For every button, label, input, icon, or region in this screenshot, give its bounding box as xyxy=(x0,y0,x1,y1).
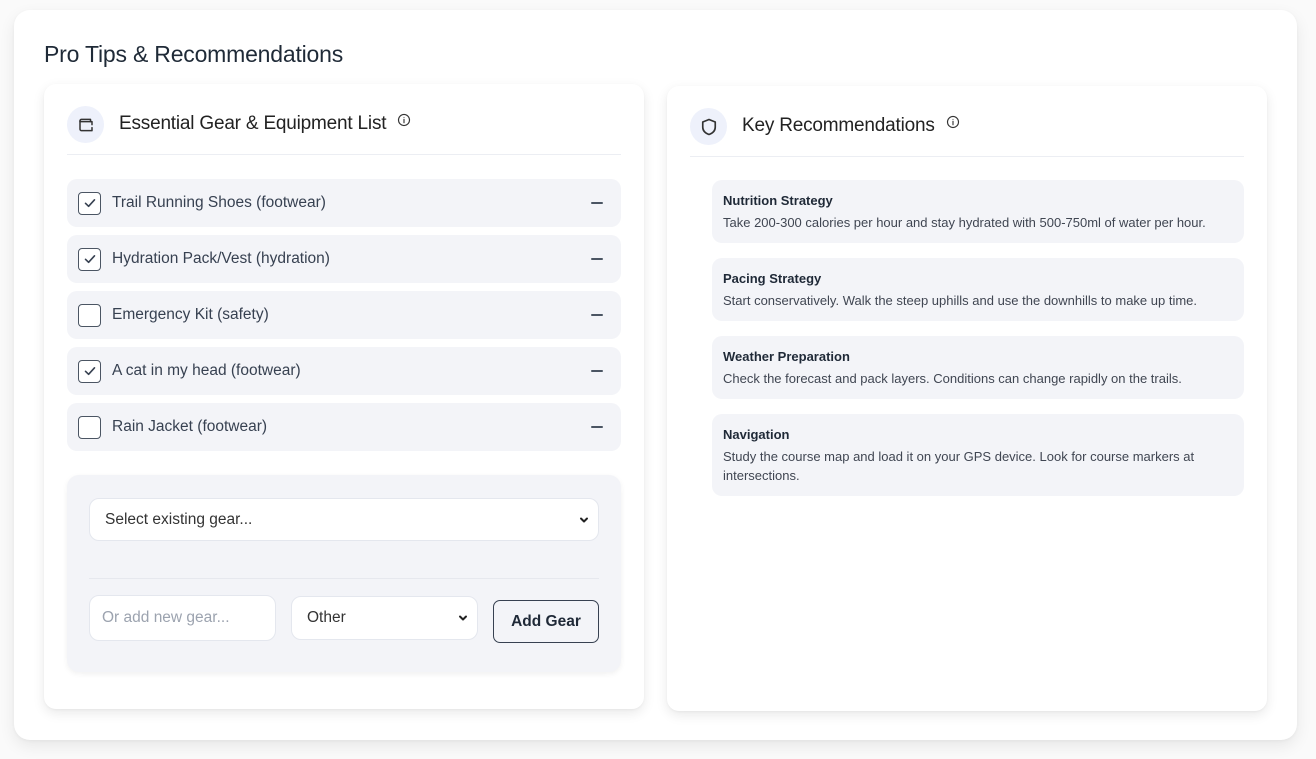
check-icon xyxy=(84,199,95,208)
check-icon xyxy=(84,367,95,376)
recommendation-item: Nutrition Strategy Take 200-300 calories… xyxy=(712,180,1244,243)
recommendation-item: Pacing Strategy Start conservatively. Wa… xyxy=(712,258,1244,321)
add-gear-panel: Select existing gear... Other Add Gear xyxy=(67,475,621,672)
check-icon xyxy=(84,255,95,264)
wallet-icon xyxy=(67,106,104,143)
category-select[interactable]: Other xyxy=(291,596,478,640)
gear-label: Rain Jacket (footwear) xyxy=(112,418,268,435)
shield-icon xyxy=(690,108,727,145)
recommendations-list: Nutrition Strategy Take 200-300 calories… xyxy=(712,180,1244,511)
recommendation-title: Weather Preparation xyxy=(723,349,850,364)
recommendation-item: Navigation Study the course map and load… xyxy=(712,414,1244,496)
select-existing-gear-value: Select existing gear... xyxy=(105,510,253,528)
page-title: Pro Tips & Recommendations xyxy=(44,41,344,67)
gear-label: Emergency Kit (safety) xyxy=(112,306,269,323)
recommendation-item: Weather Preparation Check the forecast a… xyxy=(712,336,1244,399)
info-icon[interactable] xyxy=(946,113,960,135)
minus-icon xyxy=(591,370,603,372)
recommendations-card-header: Key Recommendations xyxy=(690,108,1244,157)
recommendation-description: Check the forecast and pack layers. Cond… xyxy=(723,371,1182,386)
recommendation-title: Nutrition Strategy xyxy=(723,193,833,208)
remove-gear-button[interactable] xyxy=(590,308,604,322)
recommendation-title: Navigation xyxy=(723,427,790,442)
remove-gear-button[interactable] xyxy=(590,252,604,266)
recommendations-card-title-text: Key Recommendations xyxy=(742,115,935,136)
gear-item: Emergency Kit (safety) xyxy=(67,291,621,339)
new-gear-input[interactable] xyxy=(89,595,276,641)
category-select-value: Other xyxy=(307,609,346,626)
gear-item: Rain Jacket (footwear) xyxy=(67,403,621,451)
gear-card-title-text: Essential Gear & Equipment List xyxy=(119,113,387,134)
recommendations-card-title: Key Recommendations xyxy=(742,115,960,137)
info-icon[interactable] xyxy=(397,111,411,133)
gear-item: Trail Running Shoes (footwear) xyxy=(67,179,621,227)
minus-icon xyxy=(591,258,603,260)
gear-label: Trail Running Shoes (footwear) xyxy=(112,194,326,211)
gear-checkbox[interactable] xyxy=(78,359,101,383)
gear-item: Hydration Pack/Vest (hydration) xyxy=(67,235,621,283)
recommendation-description: Take 200-300 calories per hour and stay … xyxy=(723,215,1206,230)
minus-icon xyxy=(591,202,603,204)
gear-label: Hydration Pack/Vest (hydration) xyxy=(112,250,330,267)
remove-gear-button[interactable] xyxy=(590,364,604,378)
chevron-down-icon xyxy=(580,517,588,522)
gear-card: Essential Gear & Equipment List Trail Ru… xyxy=(44,84,644,709)
gear-checkbox[interactable] xyxy=(78,247,101,271)
recommendation-description: Study the course map and load it on your… xyxy=(723,449,1195,483)
select-existing-gear[interactable]: Select existing gear... xyxy=(89,498,599,541)
gear-list: Trail Running Shoes (footwear) Hydration… xyxy=(67,179,621,459)
chevron-down-icon xyxy=(459,615,467,621)
recommendation-description: Start conservatively. Walk the steep uph… xyxy=(723,293,1198,308)
gear-card-header: Essential Gear & Equipment List xyxy=(67,106,621,155)
gear-label: A cat in my head (footwear) xyxy=(112,362,301,379)
recommendation-title: Pacing Strategy xyxy=(723,271,822,286)
gear-checkbox[interactable] xyxy=(78,415,101,439)
add-gear-button[interactable]: Add Gear xyxy=(493,600,599,643)
minus-icon xyxy=(591,314,603,316)
minus-icon xyxy=(591,426,603,428)
panel-divider xyxy=(89,578,599,579)
gear-card-title: Essential Gear & Equipment List xyxy=(119,113,411,135)
remove-gear-button[interactable] xyxy=(590,420,604,434)
gear-checkbox[interactable] xyxy=(78,191,101,215)
remove-gear-button[interactable] xyxy=(590,196,604,210)
recommendations-card: Key Recommendations Nutrition Strategy T… xyxy=(667,86,1267,711)
gear-checkbox[interactable] xyxy=(78,303,101,327)
gear-item: A cat in my head (footwear) xyxy=(67,347,621,395)
